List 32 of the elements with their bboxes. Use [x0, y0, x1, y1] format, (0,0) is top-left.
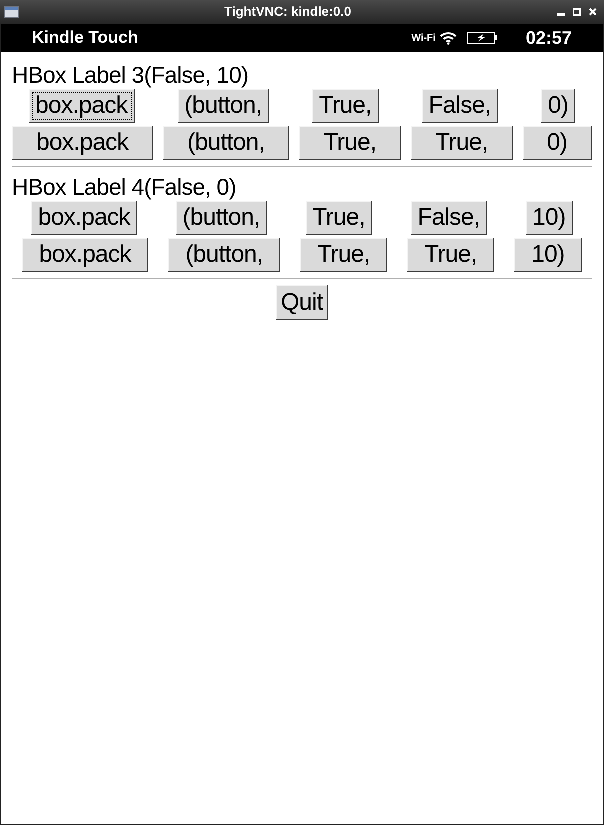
wifi-label: Wi-Fi	[412, 32, 436, 46]
pack-button[interactable]: box.pack	[22, 238, 148, 272]
quit-button[interactable]: Quit	[276, 285, 328, 320]
pack-button[interactable]: (button,	[178, 89, 270, 123]
pack-button[interactable]: (button,	[168, 238, 280, 272]
pack-button[interactable]: 0)	[522, 126, 592, 160]
close-icon[interactable]	[589, 8, 597, 16]
pack-button[interactable]: 0)	[541, 89, 576, 123]
pack-button[interactable]: (button,	[163, 126, 290, 160]
pack-button[interactable]: box.pack	[28, 89, 135, 123]
pack-button[interactable]: 10)	[526, 201, 573, 235]
pack-button[interactable]: True,	[299, 126, 402, 160]
window-title: TightVNC: kindle:0.0	[224, 3, 352, 22]
hbox-label: HBox Label 3(False, 10)	[12, 62, 250, 88]
maximize-icon[interactable]	[573, 8, 581, 16]
pack-button[interactable]: True,	[312, 89, 379, 123]
pack-button[interactable]: False,	[410, 201, 488, 235]
pack-button[interactable]: False,	[422, 89, 498, 123]
pack-button[interactable]: (button,	[176, 201, 268, 235]
pack-button[interactable]: True,	[306, 201, 372, 235]
pack-button[interactable]: box.pack	[12, 126, 154, 160]
pack-button[interactable]: True,	[407, 238, 494, 272]
device-name: Kindle Touch	[32, 27, 138, 50]
hbox-label: HBox Label 4(False, 0)	[12, 174, 238, 200]
clock-time: 02:57	[526, 26, 572, 50]
window-icon	[4, 6, 19, 18]
wifi-icon	[440, 32, 457, 44]
pack-button[interactable]: True,	[300, 238, 388, 272]
pack-button[interactable]: 10)	[514, 238, 582, 272]
pack-button[interactable]: True,	[411, 126, 513, 160]
pack-button[interactable]: box.pack	[31, 201, 138, 235]
battery-charging-icon	[466, 32, 498, 44]
